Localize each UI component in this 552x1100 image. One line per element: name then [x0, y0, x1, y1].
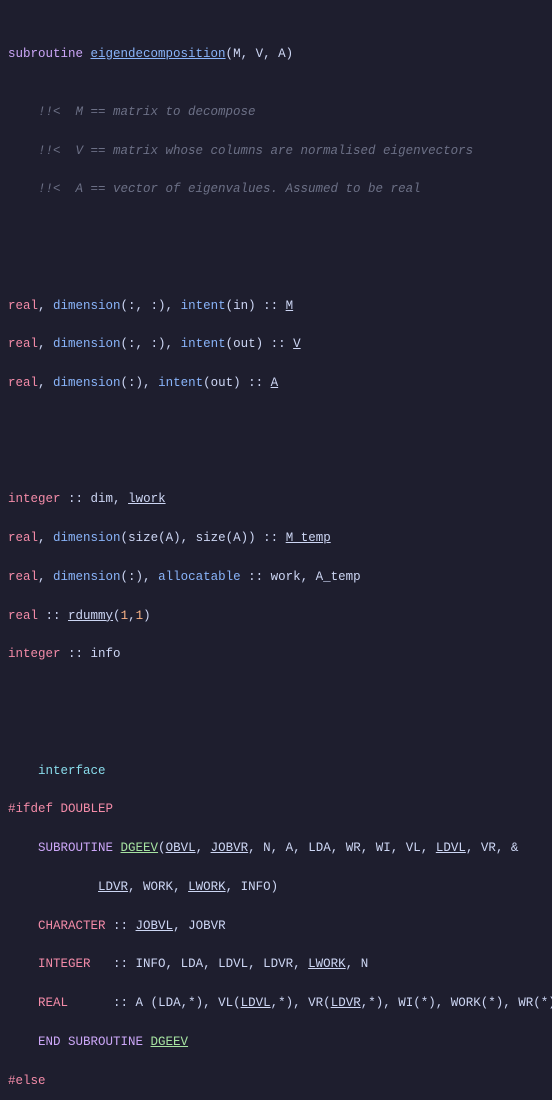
code-line: real, dimension(:, :), intent(out) :: V: [0, 335, 552, 354]
code-line: real, dimension(:), allocatable :: work,…: [0, 568, 552, 587]
code-line: LDVR, WORK, LWORK, INFO): [0, 878, 552, 897]
code-line: interface: [0, 762, 552, 781]
code-line: [0, 432, 552, 451]
code-line: INTEGER :: INFO, LDA, LDVL, LDVR, LWORK,…: [0, 955, 552, 974]
code-line: real, dimension(:), intent(out) :: A: [0, 374, 552, 393]
code-line: subroutine eigendecomposition(M, V, A): [0, 45, 552, 64]
code-editor: subroutine eigendecomposition(M, V, A) !…: [0, 0, 552, 1100]
code-line: #ifdef DOUBLEP: [0, 800, 552, 819]
code-line: !!< V == matrix whose columns are normal…: [0, 142, 552, 161]
code-line: !!< A == vector of eigenvalues. Assumed …: [0, 180, 552, 199]
code-line: CHARACTER :: JOBVL, JOBVR: [0, 917, 552, 936]
code-line: #else: [0, 1072, 552, 1091]
code-line: real, dimension(:, :), intent(in) :: M: [0, 297, 552, 316]
code-line: real, dimension(size(A), size(A)) :: M_t…: [0, 529, 552, 548]
code-line: END SUBROUTINE DGEEV: [0, 1033, 552, 1052]
code-line: integer :: info: [0, 645, 552, 664]
code-line: REAL :: A (LDA,*), VL(LDVL,*), VR(LDVR,*…: [0, 994, 552, 1013]
code-line: real :: rdummy(1,1): [0, 607, 552, 626]
code-line: SUBROUTINE DGEEV(OBVL, JOBVR, N, A, LDA,…: [0, 839, 552, 858]
code-line: [0, 704, 552, 723]
code-line: !!< M == matrix to decompose: [0, 103, 552, 122]
code-line: [0, 239, 552, 258]
code-line: integer :: dim, lwork: [0, 490, 552, 509]
